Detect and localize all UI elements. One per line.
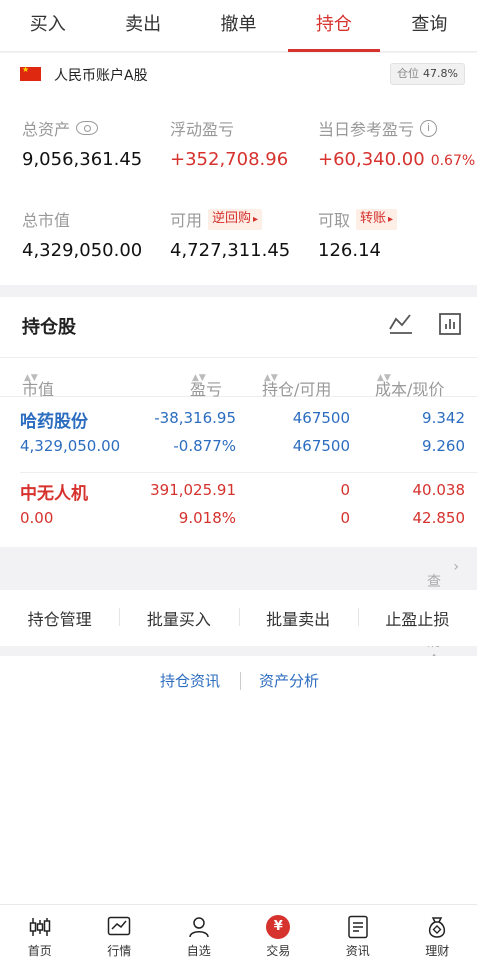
nav-wealth[interactable]: 理财 [398,905,477,968]
stock-name: 哈药股份 [20,412,88,432]
nav-market-label: 行情 [107,944,132,958]
info-links: 持仓资讯 资产分析 [0,656,477,708]
withdrawable-value: 126.14 [318,240,381,261]
action-bar: 持仓管理 批量买入 批量卖出 止盈止损 [0,590,477,646]
bottom-nav: 首页 行情 自选 ¥ 交易 资讯 理财 [0,904,477,968]
daily-pl-pct: 0.67% [430,153,476,169]
reverse-repo-button[interactable]: 逆回购 [208,208,263,230]
holding-row[interactable]: 哈药股份 4,329,050.00 -38,316.95 -0.877% 467… [0,403,477,475]
nav-wealth-label: 理财 [425,944,450,958]
stock-market-value: 0.00 [20,509,54,527]
line-chart-icon[interactable] [388,313,414,335]
bar-chart-icon[interactable] [438,313,462,335]
batch-buy-button[interactable]: 批量买入 [119,606,238,630]
stock-available: 467500 [292,437,350,455]
floating-pl-cell: 浮动盈亏 +352,708.96 [170,117,288,170]
tab-cancel[interactable]: 撤单 [191,0,286,51]
tab-positions[interactable]: 持仓 [286,0,381,52]
withdrawable-cell: 可取转账 126.14 [318,208,398,261]
stock-name: 中无人机 [20,484,88,504]
stop-loss-button[interactable]: 止盈止损 [357,606,477,630]
total-assets-label: 总资产 [22,120,71,139]
account-name: 人民币账户A股 [54,68,148,84]
stock-cost: 40.038 [412,481,466,499]
account-summary: ★ 人民币账户A股 仓位 47.8% 总资产 9,056,361.45 浮动盈亏 … [0,53,477,285]
floating-pl-value: +352,708.96 [170,149,289,170]
stock-cost: 9.342 [422,409,465,427]
nav-trade[interactable]: ¥ 交易 [239,905,319,968]
nav-watchlist[interactable]: 自选 [159,905,239,968]
cleared-stocks-link[interactable]: 查看已清仓股票 › [0,547,477,710]
person-icon [189,917,209,938]
stock-price: 42.850 [412,509,466,527]
nav-news-label: 资讯 [345,944,370,958]
daily-pl-cell: 当日参考盈亏 i +60,340.00 0.67% [318,117,475,170]
holdings-section: 持仓股 市值 ▲▼ 盈亏 ▲▼ 持仓/可用 ▲▼ 成本/现价 ▲▼ 哈药股份 4,329… [0,297,477,547]
candlestick-icon [29,918,50,936]
stock-pl: 391,025.91 [150,481,236,499]
transfer-button[interactable]: 转账 [356,208,398,230]
col-market-value[interactable]: 市值 ▲▼ [22,367,54,399]
row-divider [20,472,477,473]
total-assets-cell: 总资产 9,056,361.45 [22,117,142,170]
tab-buy[interactable]: 买入 [0,0,95,51]
available-cell: 可用逆回购 4,727,311.45 [170,208,290,261]
market-value-value: 4,329,050.00 [22,240,143,261]
position-value: 47.8% [423,67,458,80]
col-cost-price[interactable]: 成本/现价 ▲▼ [375,367,444,399]
nav-home-label: 首页 [27,944,52,958]
top-tab-bar: 买入 卖出 撤单 持仓 查询 [0,0,477,52]
stock-pl: -38,316.95 [154,409,236,427]
position-badge: 仓位 47.8% [390,63,465,85]
stock-market-value: 4,329,050.00 [20,437,121,455]
daily-pl-value: +60,340.00 [318,149,425,170]
china-flag-icon: ★ [20,65,41,81]
available-value: 4,727,311.45 [170,240,291,261]
position-manage-button[interactable]: 持仓管理 [0,606,119,630]
moneybag-icon [429,917,446,938]
tab-sell[interactable]: 卖出 [95,0,190,51]
tab-query[interactable]: 查询 [382,0,477,51]
asset-analysis-link[interactable]: 资产分析 [259,670,319,691]
yen-icon: ¥ [266,915,291,939]
document-icon [348,915,368,939]
eye-icon[interactable] [76,121,99,135]
market-value-label: 总市值 [22,211,71,230]
stock-position: 0 [340,481,350,499]
nav-trade-label: 交易 [266,944,291,958]
info-icon[interactable]: i [420,119,438,137]
total-assets-value: 9,056,361.45 [22,149,143,170]
holdings-news-link[interactable]: 持仓资讯 [160,670,220,691]
holding-row[interactable]: 中无人机 0.00 391,025.91 9.018% 0 0 40.038 4… [0,475,477,547]
withdrawable-label: 可取 [318,211,351,230]
stock-available: 0 [340,509,350,527]
daily-pl-label: 当日参考盈亏 [318,120,415,139]
col-position[interactable]: 持仓/可用 ▲▼ [262,367,331,399]
stock-pl-pct: -0.877% [173,437,236,455]
available-label: 可用 [170,211,203,230]
nav-watchlist-label: 自选 [186,944,211,958]
chevron-right-icon: › [453,559,459,575]
holdings-header: 市值 ▲▼ 盈亏 ▲▼ 持仓/可用 ▲▼ 成本/现价 ▲▼ [0,357,477,399]
chart-icon [108,916,131,936]
stock-pl-pct: 9.018% [178,509,236,527]
floating-pl-label: 浮动盈亏 [170,120,235,139]
nav-market[interactable]: 行情 [80,905,160,968]
market-value-cell: 总市值 4,329,050.00 [22,208,142,261]
link-divider [240,672,241,690]
position-label: 仓位 [397,67,420,80]
stock-price: 9.260 [422,437,465,455]
empty-area [0,708,477,904]
batch-sell-button[interactable]: 批量卖出 [238,606,358,630]
holdings-title: 持仓股 [22,317,76,338]
stock-position: 467500 [292,409,350,427]
col-pl[interactable]: 盈亏 ▲▼ [190,367,222,399]
nav-news[interactable]: 资讯 [318,905,398,968]
account-row[interactable]: ★ 人民币账户A股 仓位 47.8% [0,63,477,89]
nav-home[interactable]: 首页 [0,905,80,968]
